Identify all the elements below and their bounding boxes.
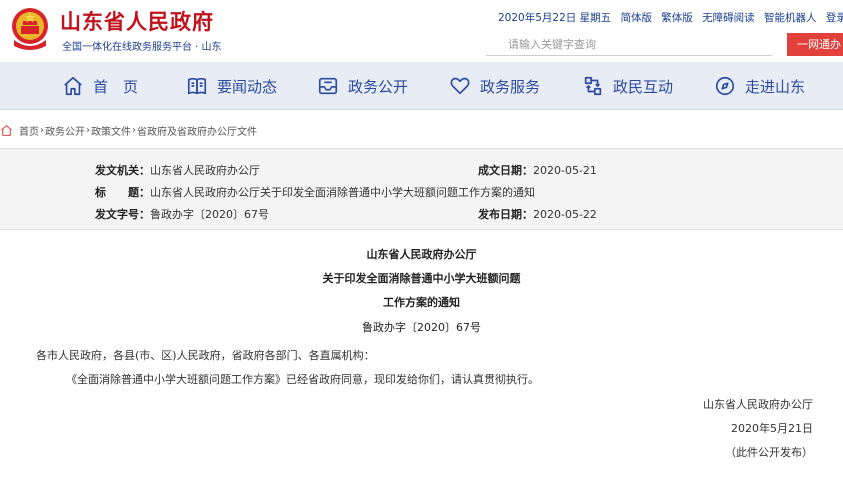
- nav-label: 政务公开: [348, 77, 409, 96]
- doc-body: 《全面消除普通中小学大班额问题工作方案》已经省政府同意，现印发给你们，请认真贯彻…: [66, 373, 539, 386]
- inbox-icon: [318, 77, 338, 95]
- title-row: 标 题：山东省人民政府办公厅关于印发全面消除普通中小学大班额问题工作方案的通知: [95, 184, 535, 200]
- breadcrumb: 首页 › 政务公开 › 政策文件 › 省政府及省政府办公厅文件: [0, 120, 257, 140]
- published-value: 2020-05-22: [533, 208, 597, 221]
- nav-item-gov-service[interactable]: 政务服务: [449, 62, 540, 110]
- site-header: 山东省人民政府 全国一体化在线政务服务平台 · 山东 2020年5月22日 星期…: [0, 0, 843, 62]
- nav-label: 首 页: [93, 77, 139, 96]
- breadcrumb-documents[interactable]: 省政府及省政府办公厅文件: [137, 123, 257, 138]
- issuer-label: 发文机关：: [95, 164, 150, 177]
- breadcrumb-separator: ›: [40, 124, 44, 136]
- issuer-row: 发文机关：山东省人民政府办公厅: [95, 162, 260, 178]
- doc-heading-2: 关于印发全面消除普通中小学大班额问题: [322, 272, 521, 285]
- document-info-box: 发文机关：山东省人民政府办公厅 成文日期：2020-05-21 标 题：山东省人…: [0, 148, 843, 230]
- published-row: 发布日期：2020-05-22: [478, 206, 597, 222]
- search-box: [486, 33, 772, 56]
- title-label: 标 题：: [95, 186, 150, 199]
- doc-heading-3: 工作方案的通知: [383, 296, 460, 309]
- search-input[interactable]: [486, 33, 772, 56]
- nav-label: 走进山东: [745, 77, 806, 96]
- book-icon: [187, 77, 207, 95]
- nav-item-news[interactable]: 要闻动态: [186, 62, 277, 110]
- top-links: 2020年5月22日 星期五 简体版 繁体版 无障碍阅读 智能机器人 登录 注: [498, 10, 843, 25]
- doc-heading-1: 山东省人民政府办公厅: [366, 248, 477, 261]
- home-icon: [1, 124, 12, 136]
- breadcrumb-separator: ›: [86, 124, 90, 136]
- nav-item-home[interactable]: 首 页: [62, 62, 138, 110]
- site-title[interactable]: 山东省人民政府: [60, 6, 214, 36]
- national-emblem-icon: [12, 8, 48, 50]
- heart-icon: [450, 77, 470, 95]
- doc-signature: 山东省人民政府办公厅: [703, 398, 813, 411]
- breadcrumb-separator: ›: [132, 124, 136, 136]
- compass-icon: [715, 76, 735, 96]
- main-nav: 首 页 要闻动态 政务公开 政务服务 政民互动 走进山东: [0, 62, 843, 110]
- nav-item-shandong[interactable]: 走进山东: [714, 62, 805, 110]
- nav-item-interaction[interactable]: 政民互动: [582, 62, 673, 110]
- one-stop-service-button[interactable]: 一网通办: [787, 33, 843, 56]
- issuer-value: 山东省人民政府办公厅: [150, 164, 260, 177]
- interaction-icon: [584, 76, 602, 96]
- current-date: 2020年5月22日 星期五: [498, 12, 612, 24]
- link-robot[interactable]: 智能机器人: [764, 12, 817, 24]
- created-label: 成文日期：: [478, 164, 533, 177]
- link-accessibility[interactable]: 无障碍阅读: [702, 12, 755, 24]
- published-label: 发布日期：: [478, 208, 533, 221]
- nav-item-gov-affairs[interactable]: 政务公开: [317, 62, 408, 110]
- doc-number: 鲁政办字〔2020〕67号: [362, 321, 481, 334]
- doc-sign-date: 2020年5月21日: [731, 422, 813, 435]
- docno-label: 发文字号：: [95, 208, 150, 221]
- nav-label: 政民互动: [613, 77, 674, 96]
- breadcrumb-policy[interactable]: 政策文件: [91, 123, 131, 138]
- link-login[interactable]: 登录: [826, 12, 843, 24]
- site-subtitle: 全国一体化在线政务服务平台 · 山东: [62, 42, 222, 53]
- home-icon: [64, 76, 82, 96]
- nav-label: 要闻动态: [217, 77, 278, 96]
- link-traditional[interactable]: 繁体版: [661, 12, 693, 24]
- created-value: 2020-05-21: [533, 164, 597, 177]
- docno-row: 发文字号：鲁政办字〔2020〕67号: [95, 206, 269, 222]
- breadcrumb-gov-affairs[interactable]: 政务公开: [45, 123, 85, 138]
- link-simplified[interactable]: 简体版: [620, 12, 652, 24]
- doc-note: （此件公开发布）: [725, 446, 813, 459]
- created-row: 成文日期：2020-05-21: [478, 162, 597, 178]
- docno-value: 鲁政办字〔2020〕67号: [150, 208, 269, 221]
- doc-addressee: 各市人民政府，各县(市、区)人民政府，省政府各部门、各直属机构：: [36, 349, 375, 362]
- nav-label: 政务服务: [480, 77, 541, 96]
- title-value: 山东省人民政府办公厅关于印发全面消除普通中小学大班额问题工作方案的通知: [150, 186, 535, 199]
- breadcrumb-home[interactable]: 首页: [19, 123, 39, 138]
